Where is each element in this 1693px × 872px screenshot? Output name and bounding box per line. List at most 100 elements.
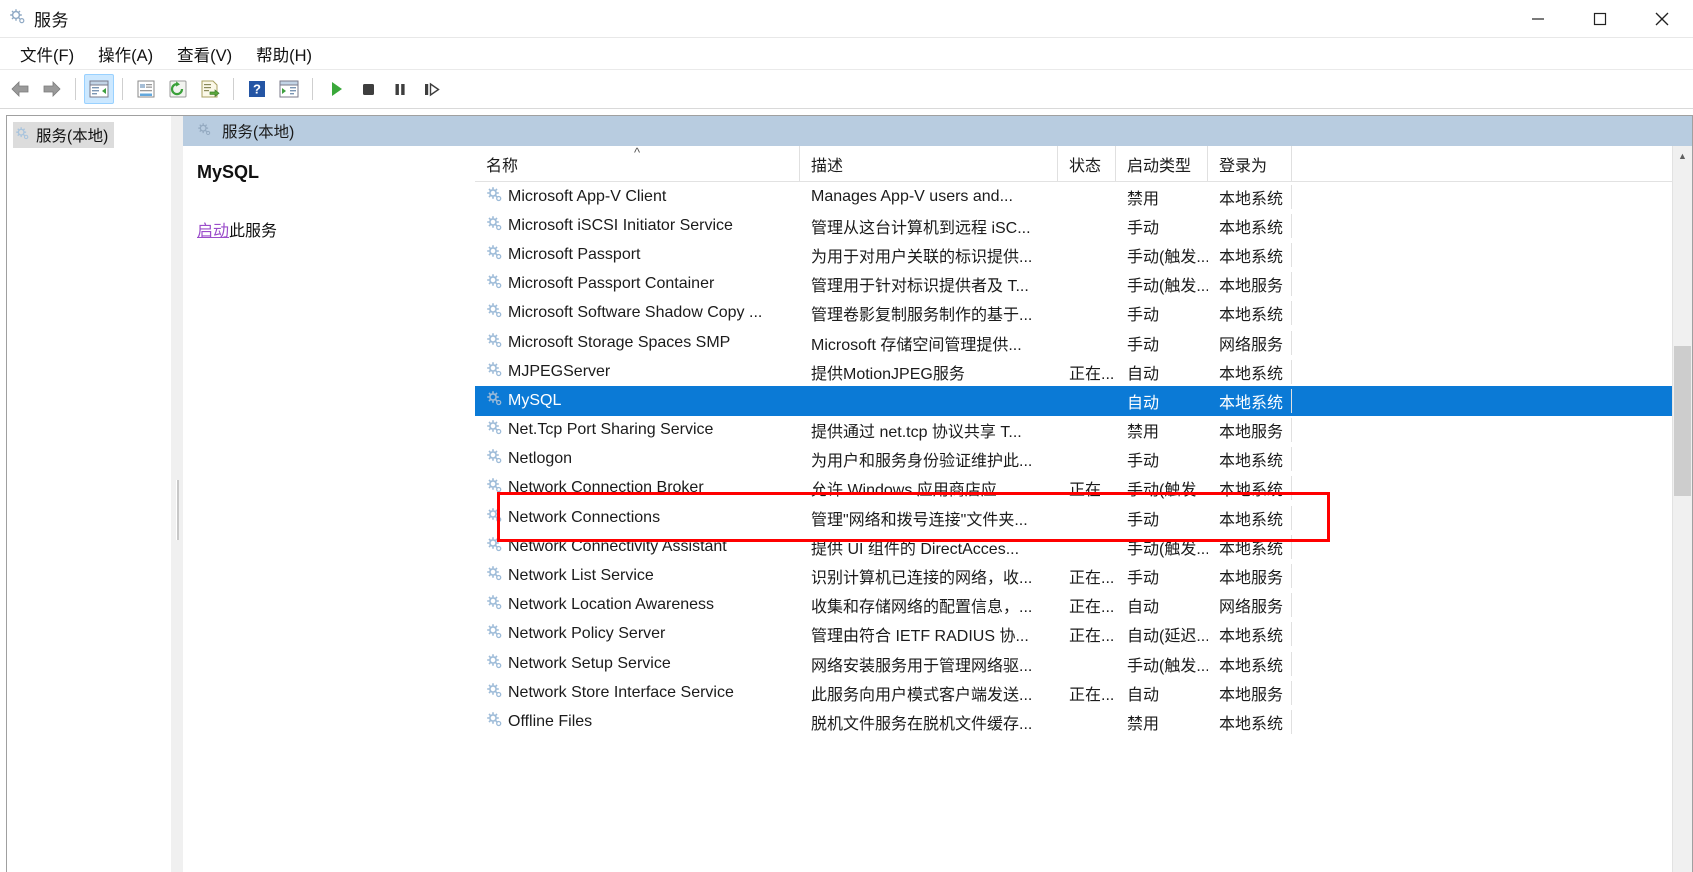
cell-log-on-as: 本地系统 bbox=[1208, 301, 1292, 326]
gear-services-icon bbox=[486, 536, 503, 558]
cell-startup-type: 手动(触发... bbox=[1127, 540, 1208, 558]
cell-startup-type: 禁用 bbox=[1127, 715, 1160, 733]
column-header-log-on-as[interactable]: 登录为 bbox=[1208, 146, 1292, 181]
service-name-label: Network List Service bbox=[508, 567, 654, 585]
maximize-button[interactable] bbox=[1569, 0, 1631, 38]
table-row[interactable]: Microsoft iSCSI Initiator Service 管理从这台计算… bbox=[475, 211, 1692, 240]
cell-startup-type: 禁用 bbox=[1127, 424, 1160, 442]
menu-file[interactable]: 文件(F) bbox=[8, 39, 86, 69]
menu-bar: 文件(F) 操作(A) 查看(V) 帮助(H) bbox=[0, 38, 1693, 70]
show-hide-console-tree-icon[interactable] bbox=[84, 74, 114, 104]
cell-status: 正在... bbox=[1069, 482, 1115, 500]
gear-services-icon bbox=[486, 273, 503, 295]
cell-startup-type: 自动 bbox=[1127, 394, 1160, 412]
service-name-label: Network Setup Service bbox=[508, 654, 671, 672]
cell-startup-type: 手动 bbox=[1127, 336, 1160, 354]
table-row[interactable]: Network Connectivity Assistant 提供 UI 组件的 … bbox=[475, 532, 1692, 561]
cell-description: 管理"网络和拨号连接"文件夹... bbox=[811, 511, 1028, 529]
service-name-label: Microsoft Passport bbox=[508, 245, 641, 263]
table-row[interactable]: Network Connections 管理"网络和拨号连接"文件夹... 手动 本地… bbox=[475, 503, 1692, 532]
show-action-pane-icon[interactable] bbox=[274, 74, 304, 104]
service-action-text: 启动此服务 bbox=[197, 217, 461, 241]
column-header-name[interactable]: ^ 名称 bbox=[475, 146, 800, 181]
cell-log-on-as: 本地系统 bbox=[1208, 388, 1292, 413]
help-icon[interactable]: ? bbox=[242, 74, 272, 104]
column-header-startup-type[interactable]: 启动类型 bbox=[1116, 146, 1208, 181]
stop-service-icon[interactable] bbox=[353, 74, 383, 104]
restart-service-icon[interactable] bbox=[417, 74, 447, 104]
cell-service-name: Microsoft Passport bbox=[475, 244, 800, 266]
pane-header-label: 服务(本地) bbox=[222, 124, 295, 141]
menu-view[interactable]: 查看(V) bbox=[165, 39, 244, 69]
refresh-icon[interactable] bbox=[163, 74, 193, 104]
cell-description: 为用户和服务身份验证维护此... bbox=[811, 453, 1033, 471]
gear-services-icon bbox=[486, 448, 503, 470]
table-row[interactable]: Microsoft App-V Client Manages App-V user… bbox=[475, 182, 1692, 211]
start-service-link[interactable]: 启动 bbox=[197, 223, 229, 240]
vertical-scrollbar[interactable]: ▲ ▼ bbox=[1672, 146, 1692, 872]
cell-service-name: Network List Service bbox=[475, 565, 800, 587]
cell-startup-type: 自动 bbox=[1127, 599, 1160, 617]
column-header-status-label: 状态 bbox=[1069, 157, 1102, 175]
gear-services-icon bbox=[15, 126, 30, 145]
close-button[interactable] bbox=[1631, 0, 1693, 38]
gear-services-icon bbox=[197, 122, 212, 141]
list-column-headers: ^ 名称 描述 状态 启动类型 登录为 bbox=[475, 146, 1692, 182]
table-row[interactable]: Offline Files 脱机文件服务在脱机文件缓存... 禁用 本地系统 bbox=[475, 707, 1692, 736]
table-row[interactable]: Network Store Interface Service 此服务向用户模式客… bbox=[475, 678, 1692, 707]
cell-startup-type: 禁用 bbox=[1127, 190, 1160, 208]
table-row[interactable]: MySQL 自动 本地系统 bbox=[475, 386, 1692, 416]
menu-help[interactable]: 帮助(H) bbox=[244, 39, 324, 69]
scrollbar-thumb[interactable] bbox=[1674, 346, 1691, 496]
scroll-up-button[interactable]: ▲ bbox=[1673, 146, 1692, 166]
cell-startup-type: 手动(触发... bbox=[1127, 248, 1208, 266]
service-name-label: Net.Tcp Port Sharing Service bbox=[508, 421, 714, 439]
table-row[interactable]: Network Location Awareness 收集和存储网络的配置信息，.… bbox=[475, 591, 1692, 620]
table-row[interactable]: Network List Service 识别计算机已连接的网络，收... 正在..… bbox=[475, 561, 1692, 590]
cell-log-on-as: 本地系统 bbox=[1208, 505, 1292, 530]
table-row[interactable]: Net.Tcp Port Sharing Service 提供通过 net.tcp… bbox=[475, 416, 1692, 445]
cell-startup-type: 手动 bbox=[1127, 219, 1160, 237]
table-row[interactable]: Microsoft Passport 为用于对用户关联的标识提供... 手动(触发.… bbox=[475, 240, 1692, 269]
table-row[interactable]: MJPEGServer 提供MotionJPEG服务 正在... 自动 本地系统 bbox=[475, 357, 1692, 386]
table-row[interactable]: Network Setup Service 网络安装服务用于管理网络驱... 手动(… bbox=[475, 649, 1692, 678]
cell-log-on-as: 网络服务 bbox=[1208, 593, 1292, 618]
cell-startup-type: 自动 bbox=[1127, 365, 1160, 383]
table-row[interactable]: Microsoft Software Shadow Copy ... 管理卷影复制… bbox=[475, 299, 1692, 328]
service-name-label: Network Connections bbox=[508, 508, 661, 526]
gear-services-icon bbox=[486, 215, 503, 237]
main-content: 服务(本地) 服务(本地) MySQL 启动此服务 ^ 名称 描述 状态 启动类… bbox=[0, 109, 1693, 872]
column-header-status[interactable]: 状态 bbox=[1058, 146, 1116, 181]
pane-splitter[interactable] bbox=[171, 115, 183, 872]
service-name-label: MJPEGServer bbox=[508, 362, 611, 380]
properties-icon[interactable] bbox=[131, 74, 161, 104]
table-row[interactable]: Microsoft Storage Spaces SMP Microsoft 存储… bbox=[475, 328, 1692, 357]
minimize-button[interactable] bbox=[1507, 0, 1569, 38]
cell-log-on-as: 本地系统 bbox=[1208, 709, 1292, 734]
table-row[interactable]: Netlogon 为用户和服务身份验证维护此... 手动 本地系统 bbox=[475, 445, 1692, 474]
table-row[interactable]: Network Policy Server 管理由符合 IETF RADIUS 协… bbox=[475, 620, 1692, 649]
forward-icon[interactable] bbox=[37, 74, 67, 104]
table-row[interactable]: Microsoft Passport Container 管理用于针对标识提供者及… bbox=[475, 270, 1692, 299]
cell-log-on-as: 本地系统 bbox=[1208, 622, 1292, 647]
export-list-icon[interactable] bbox=[195, 74, 225, 104]
cell-description: 收集和存储网络的配置信息，... bbox=[811, 599, 1033, 617]
cell-log-on-as: 本地服务 bbox=[1208, 272, 1292, 297]
pause-service-icon[interactable] bbox=[385, 74, 415, 104]
table-row[interactable]: Network Connection Broker 允许 Windows 应用商店… bbox=[475, 474, 1692, 503]
menu-action[interactable]: 操作(A) bbox=[86, 39, 165, 69]
column-header-description[interactable]: 描述 bbox=[800, 146, 1058, 181]
start-service-icon[interactable] bbox=[321, 74, 351, 104]
sidebar-item-services-local[interactable]: 服务(本地) bbox=[13, 122, 115, 148]
cell-log-on-as: 本地服务 bbox=[1208, 680, 1292, 705]
gear-services-icon bbox=[486, 682, 503, 704]
column-header-startup-type-label: 启动类型 bbox=[1127, 157, 1192, 175]
back-icon[interactable] bbox=[5, 74, 35, 104]
cell-startup-type: 自动(延迟... bbox=[1127, 628, 1208, 646]
gear-services-icon bbox=[486, 419, 503, 441]
gear-services-icon bbox=[486, 302, 503, 324]
service-name-label: Network Connectivity Assistant bbox=[508, 537, 727, 555]
cell-startup-type: 手动(触发... bbox=[1127, 482, 1208, 500]
cell-log-on-as: 本地系统 bbox=[1208, 651, 1292, 676]
cell-service-name: Microsoft iSCSI Initiator Service bbox=[475, 215, 800, 237]
